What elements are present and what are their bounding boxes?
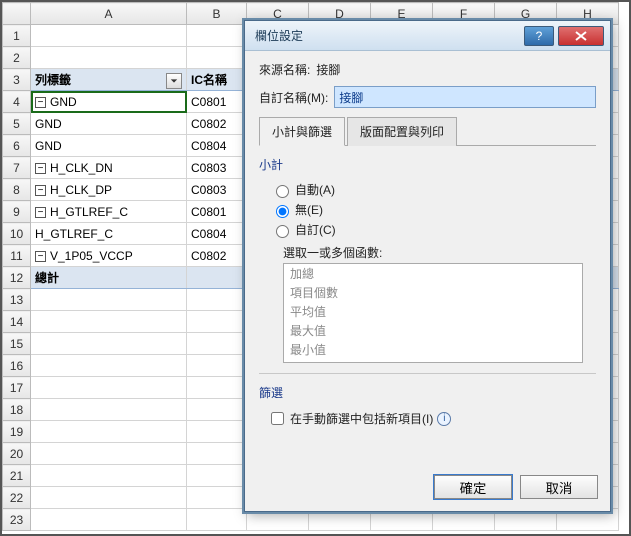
pivot-total[interactable]: 總計 — [31, 267, 187, 289]
row-header[interactable]: 16 — [3, 355, 31, 377]
filter-section-label: 篩選 — [259, 384, 596, 401]
pivot-value[interactable]: C0803 — [187, 179, 247, 201]
radio-custom-label: 自訂(C) — [295, 221, 336, 238]
pivot-value-header: IC名稱 — [187, 69, 247, 91]
tab-subtotal-filter[interactable]: 小計與篩選 — [259, 117, 345, 146]
list-item[interactable]: 平均值 — [284, 302, 582, 321]
custom-name-label: 自訂名稱(M): — [259, 89, 328, 106]
row-header[interactable]: 19 — [3, 421, 31, 443]
pivot-value[interactable]: C0802 — [187, 245, 247, 267]
pivot-label: GND — [35, 117, 62, 131]
row-header[interactable]: 15 — [3, 333, 31, 355]
info-icon[interactable]: i — [437, 412, 451, 426]
functions-label: 選取一或多個函數: — [283, 244, 596, 261]
list-item[interactable]: 乘積 — [284, 359, 582, 363]
pivot-cell[interactable]: −H_CLK_DN — [31, 157, 187, 179]
source-name-label: 來源名稱: — [259, 61, 310, 78]
row-header[interactable]: 4 — [3, 91, 31, 113]
pivot-row-header[interactable]: 列標籤 — [31, 69, 187, 91]
row-header[interactable]: 12 — [3, 267, 31, 289]
select-all[interactable] — [3, 3, 31, 25]
collapse-icon[interactable]: − — [35, 185, 46, 196]
list-item[interactable]: 加總 — [284, 264, 582, 283]
pivot-value[interactable]: C0803 — [187, 157, 247, 179]
radio-auto[interactable] — [276, 185, 289, 198]
row-header[interactable]: 7 — [3, 157, 31, 179]
pivot-label: GND — [50, 95, 77, 109]
list-item[interactable]: 最小值 — [284, 340, 582, 359]
include-new-items-checkbox[interactable] — [271, 412, 284, 425]
col-header[interactable]: B — [187, 3, 247, 25]
pivot-value[interactable]: C0802 — [187, 113, 247, 135]
functions-listbox[interactable]: 加總 項目個數 平均值 最大值 最小值 乘積 — [283, 263, 583, 363]
custom-name-input[interactable] — [334, 86, 596, 108]
pivot-label: H_GTLREF_C — [50, 205, 128, 219]
row-header[interactable]: 8 — [3, 179, 31, 201]
source-name-value: 接腳 — [316, 61, 340, 78]
collapse-icon[interactable]: − — [35, 251, 46, 262]
pivot-value[interactable]: C0801 — [187, 91, 247, 113]
row-labels-text: 列標籤 — [35, 73, 71, 87]
pivot-value[interactable]: C0801 — [187, 201, 247, 223]
pivot-cell[interactable]: −V_1P05_VCCP — [31, 245, 187, 267]
tab-layout-print[interactable]: 版面配置與列印 — [347, 117, 457, 146]
list-item[interactable]: 項目個數 — [284, 283, 582, 302]
row-header[interactable]: 21 — [3, 465, 31, 487]
pivot-value[interactable]: C0804 — [187, 223, 247, 245]
filter-dropdown-icon[interactable] — [166, 73, 182, 89]
cancel-button[interactable]: 取消 — [520, 475, 598, 499]
row-header[interactable]: 11 — [3, 245, 31, 267]
pivot-cell[interactable]: GND — [31, 113, 187, 135]
radio-auto-label: 自動(A) — [295, 181, 335, 198]
dialog-titlebar[interactable]: 欄位設定 ? — [245, 21, 610, 51]
pivot-cell[interactable]: GND — [31, 135, 187, 157]
row-header[interactable]: 17 — [3, 377, 31, 399]
row-header[interactable]: 9 — [3, 201, 31, 223]
collapse-icon[interactable]: − — [35, 97, 46, 108]
collapse-icon[interactable]: − — [35, 207, 46, 218]
pivot-cell[interactable]: −H_CLK_DP — [31, 179, 187, 201]
separator — [259, 373, 596, 374]
list-item[interactable]: 最大值 — [284, 321, 582, 340]
pivot-cell[interactable]: −H_GTLREF_C — [31, 201, 187, 223]
row-header[interactable]: 13 — [3, 289, 31, 311]
row-header[interactable]: 3 — [3, 69, 31, 91]
pivot-label: H_GTLREF_C — [35, 227, 113, 241]
row-header[interactable]: 23 — [3, 509, 31, 531]
radio-custom[interactable] — [276, 225, 289, 238]
pivot-label: H_CLK_DP — [50, 183, 112, 197]
close-button[interactable] — [558, 26, 604, 46]
row-header[interactable]: 5 — [3, 113, 31, 135]
field-settings-dialog: 欄位設定 ? 來源名稱: 接腳 自訂名稱(M): 小計與篩選 版面配置與列印 小… — [244, 20, 611, 512]
radio-none[interactable] — [276, 205, 289, 218]
col-header[interactable]: A — [31, 3, 187, 25]
include-new-items-label: 在手動篩選中包括新項目(I) — [290, 410, 433, 427]
pivot-cell[interactable]: H_GTLREF_C — [31, 223, 187, 245]
pivot-label: V_1P05_VCCP — [50, 249, 133, 263]
pivot-value[interactable]: C0804 — [187, 135, 247, 157]
row-header[interactable]: 14 — [3, 311, 31, 333]
pivot-label: GND — [35, 139, 62, 153]
row-header[interactable]: 10 — [3, 223, 31, 245]
subtotal-section-label: 小計 — [259, 156, 596, 173]
row-header[interactable]: 6 — [3, 135, 31, 157]
tab-strip: 小計與篩選 版面配置與列印 — [259, 116, 596, 146]
row-header[interactable]: 20 — [3, 443, 31, 465]
ok-button[interactable]: 確定 — [434, 475, 512, 499]
pivot-label: H_CLK_DN — [50, 161, 113, 175]
row-header[interactable]: 18 — [3, 399, 31, 421]
dialog-title: 欄位設定 — [255, 27, 520, 44]
collapse-icon[interactable]: − — [35, 163, 46, 174]
row-header[interactable]: 2 — [3, 47, 31, 69]
row-header[interactable]: 22 — [3, 487, 31, 509]
pivot-cell[interactable]: −GND — [31, 91, 187, 113]
help-button[interactable]: ? — [524, 26, 554, 46]
row-header[interactable]: 1 — [3, 25, 31, 47]
radio-none-label: 無(E) — [295, 201, 323, 218]
